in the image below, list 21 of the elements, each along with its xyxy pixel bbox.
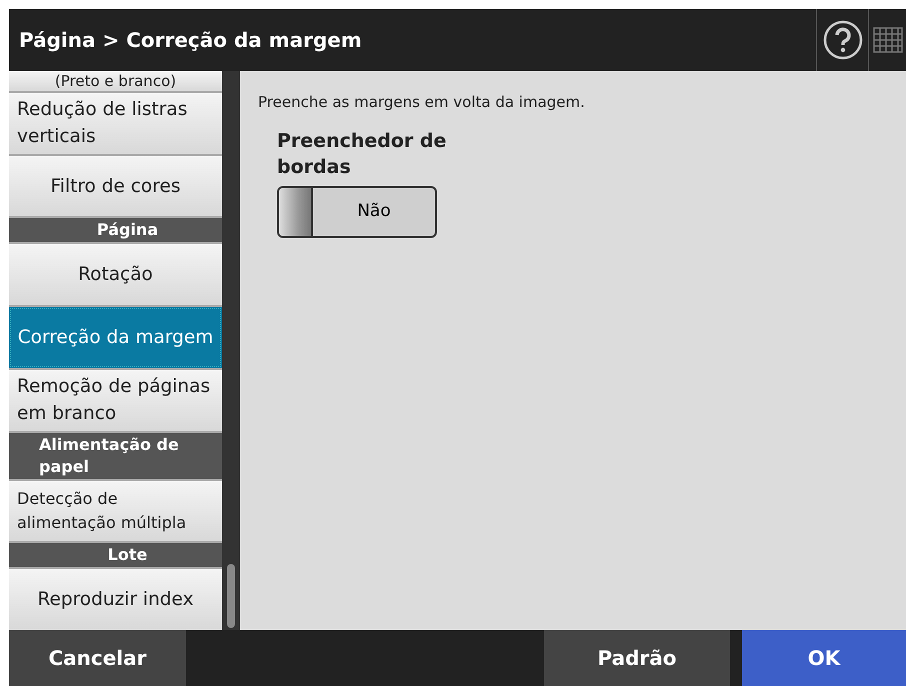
scrollbar-thumb[interactable]: [227, 564, 235, 628]
sidebar-item[interactable]: Detecção de alimentação múltipla: [9, 480, 222, 542]
help-icon[interactable]: [822, 20, 862, 60]
sidebar-item[interactable]: (Preto e branco): [9, 71, 222, 91]
page-title: Página > Correção da margem: [18, 27, 363, 54]
section-header: Lote: [9, 543, 222, 568]
default-button[interactable]: Padrão: [544, 630, 730, 686]
sidebar-item[interactable]: Reproduzir index: [9, 569, 222, 630]
setting-label: Preenchedor de bordas: [277, 128, 447, 180]
sidebar-item[interactable]: Rotação: [9, 244, 222, 306]
cancel-button[interactable]: Cancelar: [9, 630, 186, 686]
sidebar-item[interactable]: Remoção de páginas em branco: [9, 370, 222, 431]
ok-button[interactable]: OK: [742, 630, 906, 686]
section-header: Página: [9, 218, 222, 242]
sidebar-item[interactable]: Redução de listras verticais: [9, 93, 222, 154]
sidebar-item[interactable]: Correção da margem: [9, 307, 222, 368]
sidebar-item[interactable]: Filtro de cores: [9, 156, 222, 216]
toggle-switch[interactable]: Não: [277, 186, 437, 238]
keyboard-icon[interactable]: [872, 27, 902, 53]
section-header: Alimentação de papel: [9, 432, 222, 479]
description-text: Preenche as margens em volta da imagem.: [258, 92, 586, 113]
